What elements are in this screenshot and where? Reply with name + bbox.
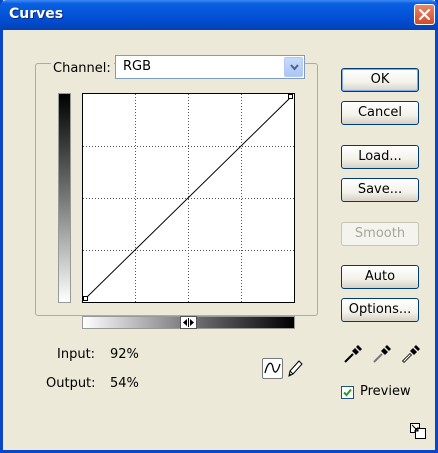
curve-tool-button[interactable] <box>262 358 283 379</box>
load-button[interactable]: Load... <box>341 145 419 169</box>
pencil-icon <box>288 360 303 377</box>
curve-point-white[interactable] <box>288 94 293 99</box>
options-button[interactable]: Options... <box>341 298 419 322</box>
checkmark-icon <box>343 388 352 397</box>
close-icon <box>418 8 431 21</box>
gradient-direction-icon <box>183 318 194 327</box>
channel-select[interactable]: RGB <box>115 55 305 79</box>
eyedropper-gray-icon <box>373 345 391 363</box>
ok-button[interactable]: OK <box>341 68 419 92</box>
output-label: Output: <box>46 376 96 391</box>
cancel-button[interactable]: Cancel <box>341 101 419 125</box>
gradient-direction-toggle[interactable] <box>180 316 197 329</box>
save-button[interactable]: Save... <box>341 178 419 202</box>
input-value: 92% <box>110 347 139 362</box>
pencil-tool-button[interactable] <box>286 359 304 379</box>
eyedropper-white-icon <box>401 345 420 364</box>
input-gradient-bar <box>82 316 295 329</box>
smooth-button[interactable]: Smooth <box>341 222 419 246</box>
curve-plot <box>83 94 294 302</box>
white-point-eyedropper[interactable] <box>400 343 422 365</box>
window-title: Curves <box>9 6 64 22</box>
eyedropper-black-icon <box>344 345 362 363</box>
gray-point-eyedropper[interactable] <box>371 343 393 365</box>
curve-tool-icon <box>264 362 281 374</box>
grid-size-toggle[interactable] <box>409 422 427 440</box>
curve-graph[interactable] <box>82 93 295 303</box>
output-value: 54% <box>110 376 139 391</box>
input-label: Input: <box>57 347 96 362</box>
grid-size-icon <box>410 423 426 439</box>
chevron-down-icon <box>290 64 299 71</box>
curves-dialog: Curves Channel: RGB Input: 92% Output: 5… <box>0 0 438 453</box>
curve-point-black[interactable] <box>83 296 88 301</box>
channel-label: Channel: <box>51 61 114 76</box>
black-point-eyedropper[interactable] <box>342 343 364 365</box>
output-gradient-bar <box>58 93 71 303</box>
title-bar[interactable]: Curves <box>0 0 438 30</box>
close-button[interactable] <box>414 4 435 25</box>
auto-button[interactable]: Auto <box>341 265 419 289</box>
preview-checkbox[interactable] <box>341 386 354 399</box>
channel-value: RGB <box>123 59 152 74</box>
preview-label[interactable]: Preview <box>360 384 411 399</box>
channel-dropdown-button[interactable] <box>284 57 303 77</box>
